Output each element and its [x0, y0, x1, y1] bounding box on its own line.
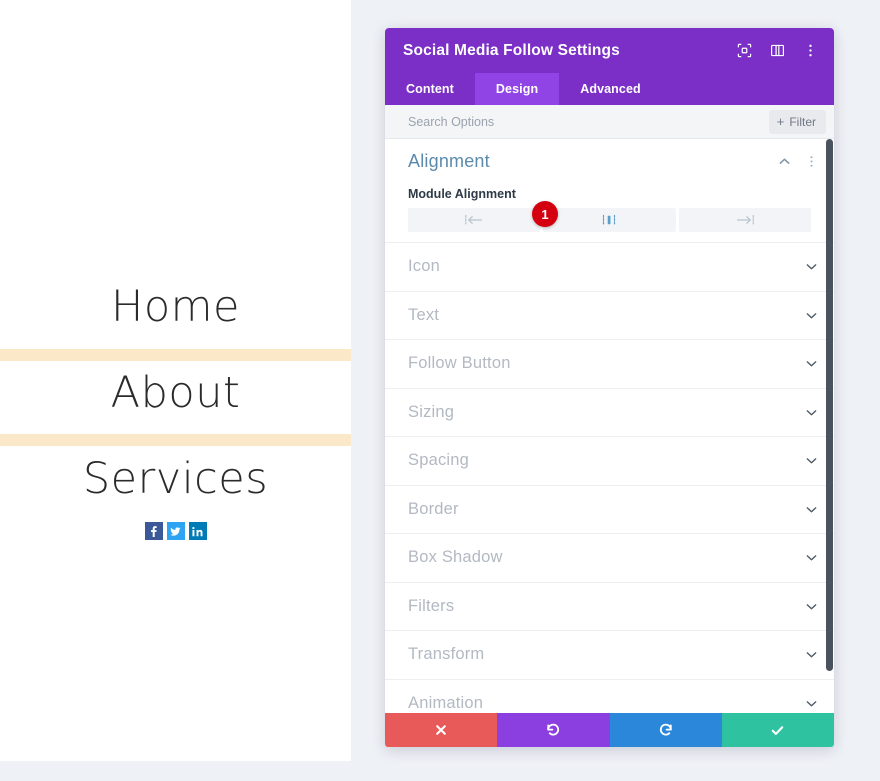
modal-header: Social Media Follow Settings: [385, 28, 834, 73]
section-follow-button[interactable]: Follow Button: [385, 340, 834, 389]
step-badge-1: 1: [532, 201, 558, 227]
section-alignment-header[interactable]: Alignment: [385, 139, 834, 183]
menu-divider-bar: [0, 434, 351, 446]
search-input[interactable]: [408, 114, 769, 129]
cancel-button[interactable]: [385, 713, 498, 747]
align-left-button[interactable]: [408, 208, 541, 232]
section-animation[interactable]: Animation: [385, 679, 834, 713]
module-alignment-label: Module Alignment: [408, 187, 516, 201]
section-text[interactable]: Text: [385, 291, 834, 340]
layout-panel-icon[interactable]: [769, 43, 785, 59]
screen: Home About Services Social Media Follow …: [0, 0, 880, 781]
filter-button[interactable]: + Filter: [768, 109, 826, 134]
chevron-down-icon[interactable]: [804, 357, 818, 371]
menu-divider-bar: [0, 349, 351, 361]
settings-list: Alignment Module Alignment 1 Icon Text F…: [385, 139, 834, 713]
chevron-down-icon[interactable]: [804, 405, 818, 419]
modal-title: Social Media Follow Settings: [403, 41, 620, 59]
redo-button[interactable]: [609, 713, 722, 747]
section-box-shadow-label: Box Shadow: [408, 548, 503, 567]
section-alignment: Alignment Module Alignment 1: [385, 139, 834, 243]
section-text-label: Text: [408, 305, 440, 324]
linkedin-icon[interactable]: [188, 522, 207, 540]
section-animation-label: Animation: [408, 693, 484, 712]
vertical-scrollbar[interactable]: [826, 139, 834, 713]
section-icon[interactable]: Icon: [385, 243, 834, 292]
section-follow-button-label: Follow Button: [408, 354, 511, 373]
chevron-down-icon[interactable]: [804, 599, 818, 613]
section-spacing[interactable]: Spacing: [385, 437, 834, 486]
search-bar: + Filter: [385, 105, 834, 139]
twitter-icon[interactable]: [166, 522, 185, 540]
menu-item-about[interactable]: About: [0, 367, 351, 419]
social-follow-row: [0, 522, 351, 540]
settings-scroll-area[interactable]: Alignment Module Alignment 1 Icon Text F…: [385, 139, 834, 713]
chevron-down-icon[interactable]: [804, 648, 818, 662]
modal-footer: [385, 713, 834, 747]
settings-modal: Social Media Follow Settings Content Des…: [385, 28, 834, 747]
align-right-button[interactable]: [678, 208, 811, 232]
save-button[interactable]: [721, 713, 834, 747]
tab-design[interactable]: Design: [474, 73, 560, 105]
section-border-label: Border: [408, 499, 459, 518]
scrollbar-thumb[interactable]: [826, 139, 833, 671]
section-transform-label: Transform: [408, 645, 485, 664]
section-filters-label: Filters: [408, 596, 455, 615]
facebook-icon[interactable]: [144, 522, 163, 540]
section-sizing-label: Sizing: [408, 402, 455, 421]
modal-header-actions: [736, 43, 818, 59]
section-border[interactable]: Border: [385, 485, 834, 534]
chevron-down-icon[interactable]: [804, 260, 818, 274]
section-box-shadow[interactable]: Box Shadow: [385, 534, 834, 583]
plus-icon: +: [776, 114, 785, 129]
more-vertical-icon[interactable]: [802, 43, 818, 59]
chevron-down-icon[interactable]: [804, 502, 818, 516]
filter-button-label: Filter: [789, 114, 816, 129]
section-transform[interactable]: Transform: [385, 631, 834, 680]
undo-button[interactable]: [497, 713, 610, 747]
section-more-vertical-icon[interactable]: [804, 154, 818, 168]
section-spacing-label: Spacing: [408, 451, 470, 470]
tab-content[interactable]: Content: [385, 73, 475, 105]
align-center-button[interactable]: [543, 208, 676, 232]
website-preview: Home About Services: [0, 0, 351, 761]
section-alignment-title: Alignment: [408, 150, 490, 171]
chevron-down-icon[interactable]: [804, 308, 818, 322]
chevron-up-icon[interactable]: [777, 154, 791, 168]
chevron-down-icon[interactable]: [804, 454, 818, 468]
chevron-down-icon[interactable]: [804, 696, 818, 710]
module-alignment-button-group: 1: [385, 201, 834, 232]
tab-advanced[interactable]: Advanced: [559, 73, 662, 105]
menu-item-services[interactable]: Services: [0, 453, 351, 505]
focus-target-icon[interactable]: [736, 43, 752, 59]
section-sizing[interactable]: Sizing: [385, 388, 834, 437]
chevron-down-icon[interactable]: [804, 551, 818, 565]
menu-item-home[interactable]: Home: [0, 281, 351, 333]
modal-tabs: Content Design Advanced: [385, 73, 834, 105]
section-icon-label: Icon: [408, 257, 440, 276]
section-filters[interactable]: Filters: [385, 582, 834, 631]
